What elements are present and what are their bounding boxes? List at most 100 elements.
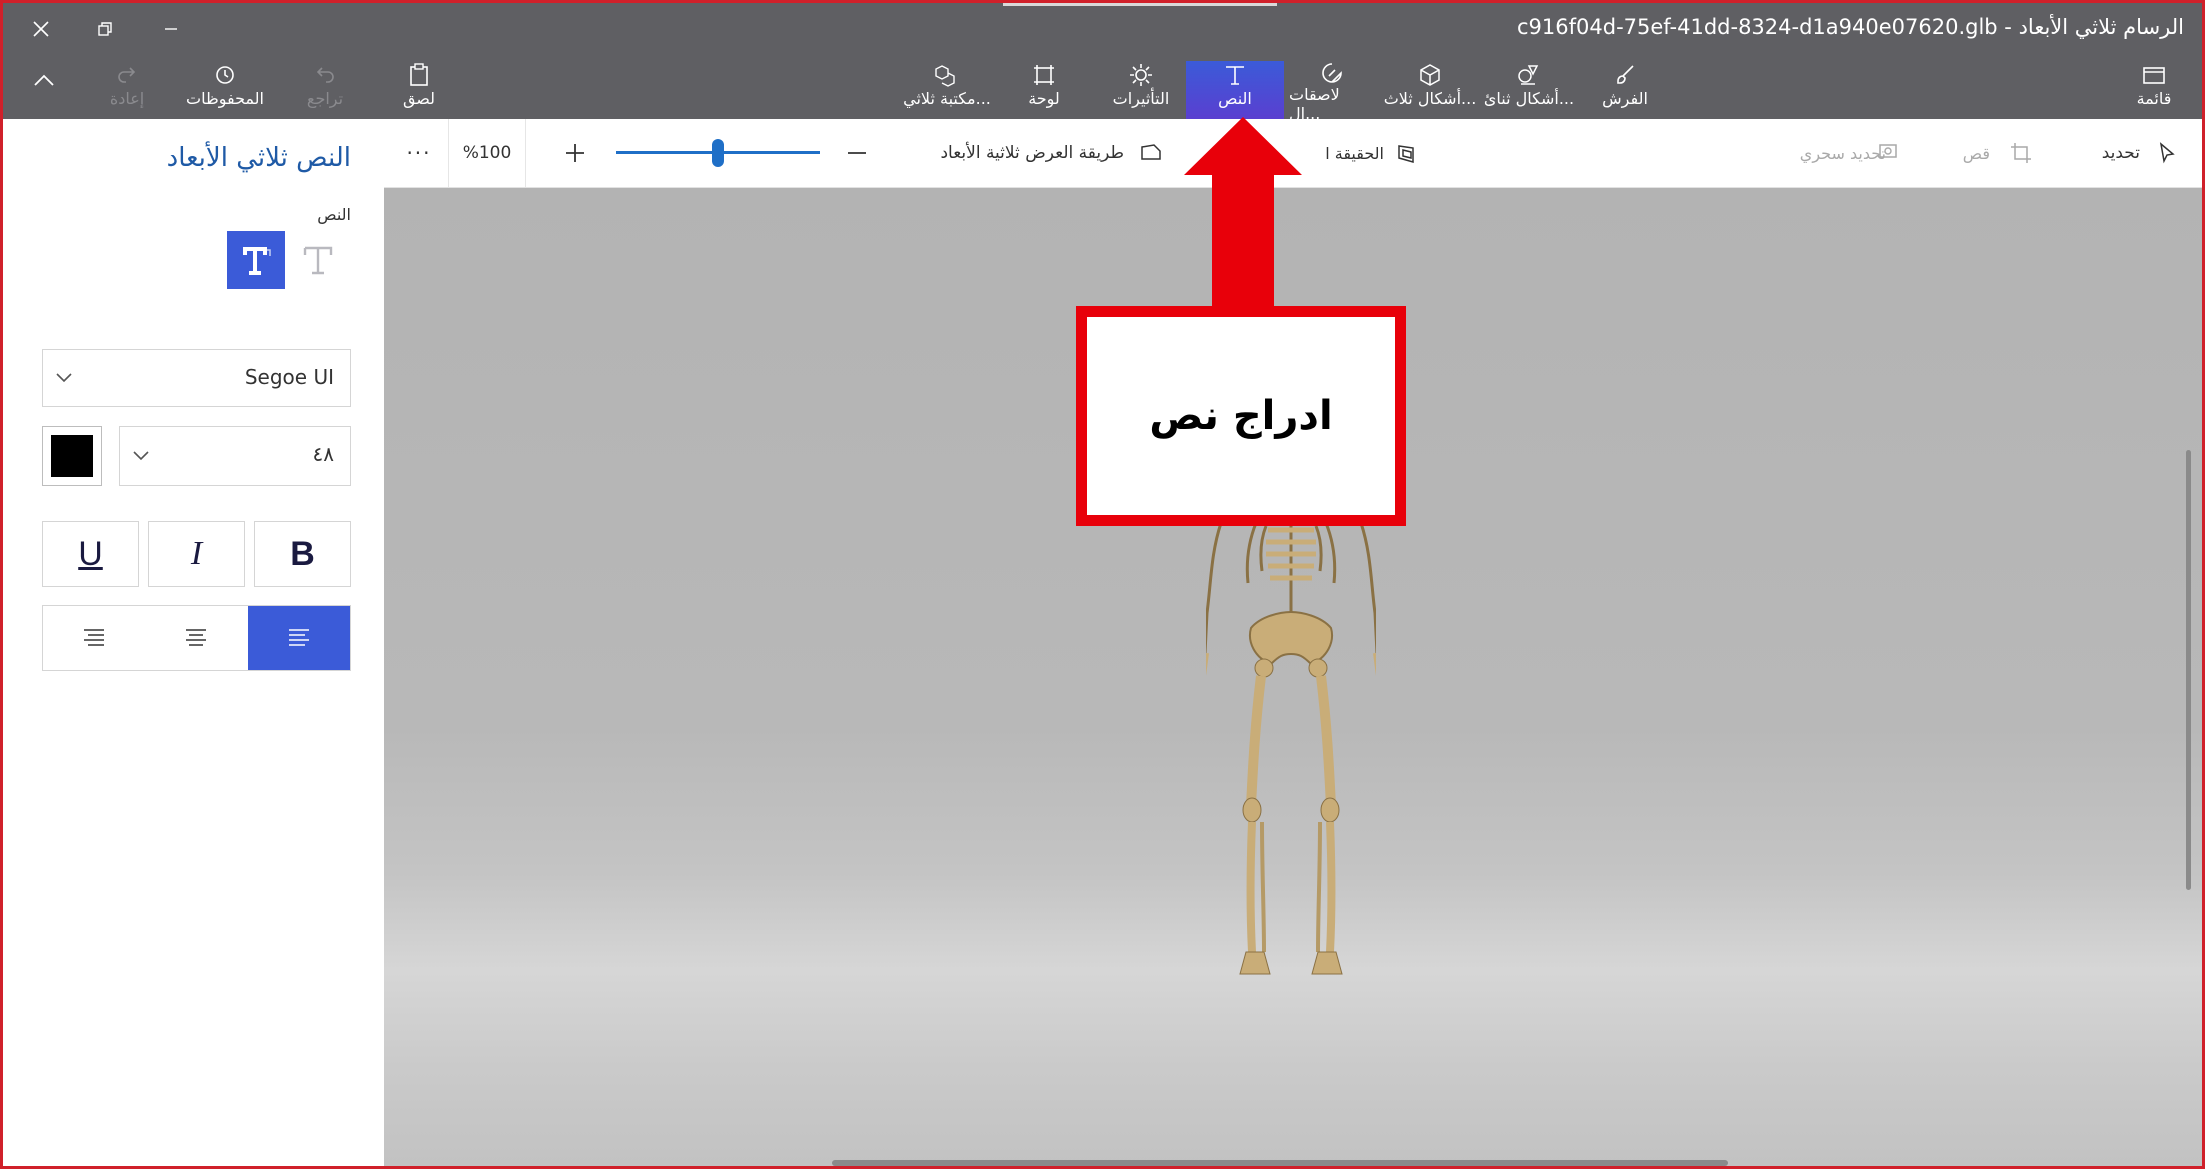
3d-library-button[interactable]: مكتبة ثلاثي...	[901, 61, 993, 119]
minimize-window-button[interactable]	[149, 9, 193, 49]
align-right-button[interactable]	[43, 606, 145, 670]
view-mode-icon-button[interactable]	[1136, 119, 1166, 187]
2d-text-type-button[interactable]	[289, 231, 347, 289]
align-center-button[interactable]	[145, 606, 247, 670]
restore-window-button[interactable]	[83, 9, 127, 49]
2d-shapes-icon	[1518, 65, 1539, 85]
chevron-up-icon	[34, 74, 54, 86]
annotation-callout: ادراج نص	[1076, 306, 1406, 526]
zoom-out-button[interactable]	[842, 119, 872, 187]
2d-shapes-button[interactable]: أشكال ثنائ...	[1483, 61, 1575, 119]
align-center-icon	[186, 629, 206, 646]
mixed-reality-icon	[1398, 145, 1414, 163]
vertical-scrollbar[interactable]	[2186, 450, 2191, 890]
font-family-value: Segoe UI	[244, 365, 334, 389]
canvas-label: لوحة	[1028, 89, 1060, 108]
text-properties-panel: النص ثلاثي الأبعاد النص Segoe UI ٤٨ U I …	[3, 119, 384, 1166]
font-size-value: ٤٨	[312, 442, 334, 466]
italic-button[interactable]: I	[148, 521, 245, 587]
3d-text-icon	[243, 247, 271, 275]
italic-label: I	[190, 535, 203, 572]
effects-label: التأثيرات	[1112, 89, 1170, 108]
3d-view-mode-label: طريقة العرض ثلاثية الأبعاد	[940, 143, 1124, 163]
cursor-icon	[2159, 142, 2175, 164]
3d-library-label: مكتبة ثلاثي...	[903, 89, 991, 108]
crop-label[interactable]: قص	[1950, 119, 1990, 187]
skeleton-model[interactable]	[1206, 518, 1376, 978]
restore-icon	[98, 22, 112, 36]
paste-button[interactable]: لصق	[387, 61, 451, 119]
minus-icon	[848, 152, 866, 154]
text-tool-button[interactable]: النص	[1186, 61, 1284, 119]
stickers-icon	[1322, 63, 1342, 83]
select-label[interactable]: تحديد	[2090, 119, 2140, 187]
menu-button[interactable]: قائمة	[2125, 61, 2183, 119]
redo-label: إعادة	[109, 89, 145, 108]
annotation-arrow	[1184, 117, 1302, 312]
undo-icon	[316, 67, 334, 83]
zoom-in-button[interactable]	[560, 119, 590, 187]
underline-button[interactable]: U	[42, 521, 139, 587]
text-icon	[1226, 66, 1244, 85]
underline-label: U	[78, 534, 103, 573]
3d-view-mode-button[interactable]: طريقة العرض ثلاثية الأبعاد	[924, 119, 1124, 187]
text-color-swatch[interactable]	[42, 426, 102, 486]
brush-icon	[1617, 65, 1634, 84]
zoom-slider[interactable]	[616, 119, 820, 187]
top-toolbar: c916f04d-75ef-41dd-8324-d1a940e07620.glb…	[3, 3, 2202, 123]
stickers-button[interactable]: لاصقات ال...	[1289, 61, 1375, 123]
crop-icon	[2011, 143, 2031, 163]
sun-icon	[1130, 64, 1152, 86]
callout-text: ادراج نص	[1149, 393, 1333, 439]
mixed-reality-button[interactable]	[1392, 119, 1422, 187]
close-window-button[interactable]	[19, 9, 63, 49]
redo-button[interactable]: إعادة	[95, 61, 159, 119]
undo-button[interactable]: تراجع	[293, 61, 357, 119]
font-size-select[interactable]: ٤٨	[119, 426, 351, 486]
2d-text-icon	[303, 246, 333, 275]
chevron-down-icon	[133, 451, 149, 461]
text-color-fill	[51, 435, 93, 477]
more-options-button[interactable]: ···	[394, 119, 444, 187]
magic-select-label[interactable]: تحديد سحري	[1760, 119, 1886, 187]
window-title: c916f04d-75ef-41dd-8324-d1a940e07620.glb…	[1517, 15, 2184, 39]
plus-icon	[566, 144, 584, 162]
clipboard-icon	[410, 63, 428, 86]
horizontal-scrollbar[interactable]	[832, 1160, 1728, 1166]
text-section-label: النص	[317, 205, 351, 224]
brushes-label: الفرش	[1602, 89, 1648, 108]
2d-shapes-label: أشكال ثنائ...	[1483, 89, 1575, 108]
align-left-icon	[289, 629, 309, 646]
canvas-button[interactable]: لوحة	[1013, 61, 1075, 119]
align-right-icon	[84, 629, 104, 646]
crop-button[interactable]	[2006, 119, 2036, 187]
bold-button[interactable]: B	[254, 521, 351, 587]
canvas-icon	[1034, 65, 1054, 85]
history-button[interactable]: المحفوظات	[175, 61, 275, 119]
menu-label: قائمة	[2136, 89, 2172, 108]
paste-label: لصق	[402, 89, 436, 108]
3d-text-type-button[interactable]	[227, 231, 285, 289]
close-icon	[33, 21, 49, 37]
select-button[interactable]	[2152, 119, 2182, 187]
cube-icon	[1420, 64, 1440, 86]
3d-shapes-button[interactable]: أشكال ثلاث...	[1383, 61, 1477, 119]
undo-label: تراجع	[306, 89, 344, 108]
chevron-down-icon	[56, 373, 72, 383]
font-family-select[interactable]: Segoe UI	[42, 349, 351, 407]
folder-icon	[2143, 67, 2165, 84]
alignment-group	[42, 605, 351, 671]
view-3d-icon	[1141, 144, 1161, 160]
3d-shapes-label: أشكال ثلاث...	[1383, 89, 1477, 108]
zoom-value[interactable]: %100	[448, 119, 526, 187]
brushes-button[interactable]: الفرش	[1593, 61, 1657, 119]
minimize-icon	[165, 28, 177, 30]
zoom-slider-thumb[interactable]	[712, 139, 724, 167]
history-icon	[216, 66, 234, 84]
align-left-button[interactable]	[248, 606, 350, 670]
effects-button[interactable]: التأثيرات	[1101, 61, 1181, 119]
magic-select-button[interactable]	[1874, 119, 1904, 187]
panel-title: النص ثلاثي الأبعاد	[166, 143, 351, 173]
text-tool-label: النص	[1218, 89, 1252, 108]
magic-select-icon	[1879, 144, 1897, 158]
